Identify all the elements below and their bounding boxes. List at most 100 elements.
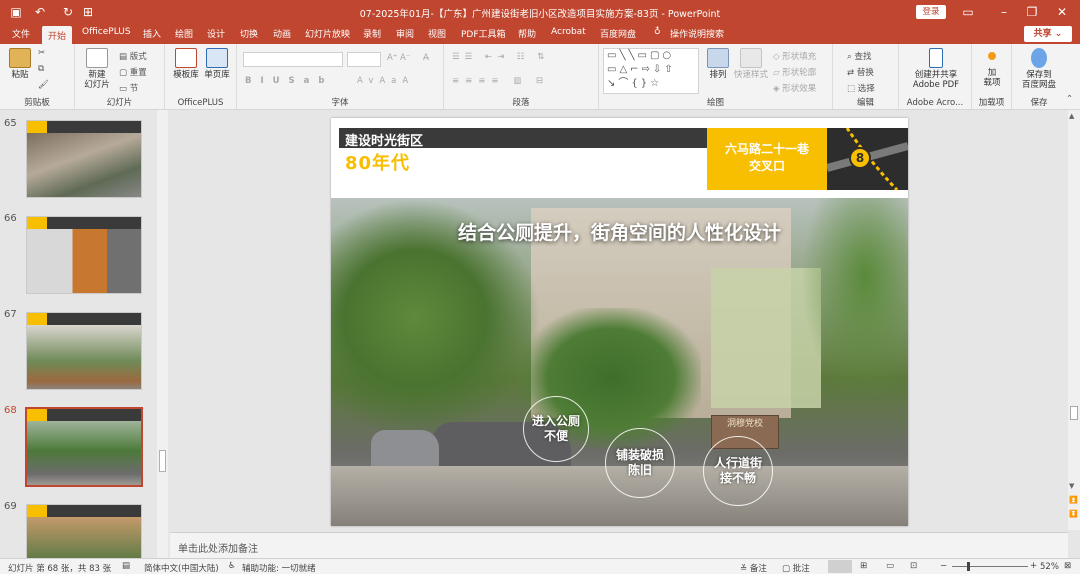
new-slide-button[interactable]: 新建 幻灯片 xyxy=(81,48,113,90)
slide-thumbnail[interactable] xyxy=(26,216,142,294)
login-button[interactable]: 登录 xyxy=(916,5,946,19)
fit-slide-icon[interactable]: ⊠ xyxy=(1064,561,1071,571)
shape-outline-label: 形状轮廓 xyxy=(782,68,817,78)
zoom-level[interactable]: 52% xyxy=(1040,562,1059,572)
font-size-select[interactable] xyxy=(347,52,381,67)
maximize-icon[interactable]: ❐ xyxy=(1024,4,1040,20)
tab-design[interactable]: 设计 xyxy=(207,27,225,40)
ribbon-display-icon[interactable]: ▭ xyxy=(960,4,976,20)
language-status[interactable]: 简体中文(中国大陆) xyxy=(144,562,219,574)
zoom-out-icon[interactable]: − xyxy=(940,561,947,571)
tab-pdf-tools[interactable]: PDF工具箱 xyxy=(461,27,506,40)
slide-sorter-icon[interactable]: ⊞ xyxy=(860,561,867,571)
tell-me-search[interactable]: 操作说明搜索 xyxy=(670,27,724,40)
shape-effect-button[interactable]: ◈ 形状效果 xyxy=(773,82,816,94)
shape-outline-button[interactable]: ▱ 形状轮廓 xyxy=(773,66,816,78)
addins-button[interactable]: 加 载项 xyxy=(976,50,1008,88)
template-library-button[interactable]: 模板库 xyxy=(171,48,201,80)
quick-styles-button[interactable]: 快速样式 xyxy=(733,48,769,80)
section-button[interactable]: ▭ 节 xyxy=(119,82,138,94)
single-page-library-button[interactable]: 单页库 xyxy=(201,48,233,80)
tab-record[interactable]: 录制 xyxy=(363,27,381,40)
slide-thumbnail[interactable] xyxy=(26,312,142,390)
select-button[interactable]: ⬚ 选择 xyxy=(847,82,875,94)
tab-help[interactable]: 帮助 xyxy=(518,27,536,40)
scroll-up-icon[interactable]: ▲ xyxy=(1069,112,1074,120)
zoom-slider[interactable] xyxy=(952,566,1028,567)
reading-view-icon[interactable]: ▭ xyxy=(886,561,894,571)
quick-styles-icon xyxy=(740,48,762,68)
paste-button[interactable]: 粘贴 xyxy=(6,48,34,80)
share-label: 共享 xyxy=(1033,29,1052,39)
slide-editor: 建设时光街区 80年代 六马路二十一巷 交叉口 8 洞穆党校 结合公厕提升，街角… xyxy=(170,110,1080,560)
template-library-icon xyxy=(175,48,197,68)
tab-draw[interactable]: 绘图 xyxy=(175,27,193,40)
save-group: 保存到 百度网盘 保存 xyxy=(1012,44,1066,110)
tab-transitions[interactable]: 切换 xyxy=(240,27,258,40)
format-painter-icon[interactable]: 🖌 xyxy=(38,80,49,90)
arrange-button[interactable]: 排列 xyxy=(705,48,731,80)
slide-canvas[interactable]: 建设时光街区 80年代 六马路二十一巷 交叉口 8 洞穆党校 结合公厕提升，街角… xyxy=(331,118,908,526)
reset-button[interactable]: ▢ 重置 xyxy=(119,66,147,78)
callout-toilet-access: 进入公厕 不便 xyxy=(523,396,589,462)
addins-icon xyxy=(988,52,996,60)
list-buttons[interactable]: ☰☰ ⇤⇥ ☷ ⇅ xyxy=(452,52,549,62)
editor-scrollbar[interactable]: ▲ ▼ ⏫ ⏬ xyxy=(1068,110,1080,530)
slideshow-icon[interactable]: ⊡ xyxy=(910,561,917,571)
previous-slide-icon[interactable]: ⏫ xyxy=(1069,496,1078,504)
save-line2: 百度网盘 xyxy=(1021,80,1056,90)
close-icon[interactable]: ✕ xyxy=(1054,4,1070,20)
font-color-buttons[interactable]: AvAaA xyxy=(357,76,414,86)
notes-button[interactable]: ≚ 备注 xyxy=(740,562,767,574)
font-group: A⁺ A⁻ A̶ BIUSab AvAaA 字体 xyxy=(237,44,444,110)
minimize-icon[interactable]: – xyxy=(996,4,1012,20)
tab-home[interactable]: 开始 xyxy=(42,26,73,44)
slide-thumbnail-selected[interactable] xyxy=(25,407,143,487)
grow-font-icon[interactable]: A⁺ A⁻ xyxy=(387,53,410,63)
tab-view[interactable]: 视图 xyxy=(428,27,446,40)
copy-icon[interactable]: ⧉ xyxy=(38,64,44,74)
replace-button[interactable]: ⇄ 替换 xyxy=(847,66,874,78)
save-to-baidu-button[interactable]: 保存到 百度网盘 xyxy=(1014,48,1064,90)
slide-thumbnail[interactable] xyxy=(26,504,142,560)
font-style-buttons[interactable]: BIUSab xyxy=(245,76,334,86)
slide-number: 67 xyxy=(4,309,17,320)
editor-scrollbar-thumb[interactable] xyxy=(1070,406,1078,420)
find-button[interactable]: ⌕ 查找 xyxy=(847,50,871,62)
share-button[interactable]: 共享 ⌄ xyxy=(1024,26,1072,42)
slide-thumbnail[interactable] xyxy=(26,120,142,198)
clear-format-icon[interactable]: A̶ xyxy=(423,53,429,63)
zoom-in-icon[interactable]: + xyxy=(1030,561,1037,571)
spellcheck-icon[interactable]: ▤ xyxy=(122,561,130,571)
collapse-ribbon-icon[interactable]: ⌃ xyxy=(1066,94,1073,104)
tab-officeplus[interactable]: OfficePLUS xyxy=(82,27,131,37)
addins-line2: 载项 xyxy=(983,78,1001,88)
notes-pane[interactable]: 单击此处添加备注 xyxy=(170,532,1068,558)
accessibility-icon[interactable]: ♿ xyxy=(228,561,236,571)
layout-button[interactable]: ▤ 版式 xyxy=(119,50,147,62)
notes-placeholder[interactable]: 单击此处添加备注 xyxy=(178,540,258,555)
tab-file[interactable]: 文件 xyxy=(12,27,30,40)
normal-view-icon[interactable] xyxy=(828,560,852,573)
font-name-select[interactable] xyxy=(243,52,343,67)
align-buttons[interactable]: ≡≡≡≡ ▥ ⊟ xyxy=(452,76,549,86)
select-label: 选择 xyxy=(857,84,875,94)
thumbnail-scrollbar-thumb[interactable] xyxy=(159,450,166,472)
scroll-down-icon[interactable]: ▼ xyxy=(1069,482,1074,490)
tab-review[interactable]: 审阅 xyxy=(396,27,414,40)
tab-acrobat[interactable]: Acrobat xyxy=(551,27,586,37)
photo-title: 结合公厕提升，街角空间的人性化设计 xyxy=(457,222,781,244)
zoom-slider-thumb[interactable] xyxy=(967,562,970,571)
thumbnail-scrollbar[interactable] xyxy=(157,110,168,560)
tab-insert[interactable]: 插入 xyxy=(143,27,161,40)
create-adobe-pdf-button[interactable]: 创建并共享 Adobe PDF xyxy=(903,48,969,90)
next-slide-icon[interactable]: ⏬ xyxy=(1069,510,1078,518)
shapes-gallery[interactable]: ▭╲╲▭▢○ ▭△⌐⇨⇩⇧ ↘⌒{}☆ xyxy=(603,48,699,94)
comments-button[interactable]: ▢ 批注 xyxy=(782,562,810,574)
accessibility-status[interactable]: 辅助功能: 一切就绪 xyxy=(242,562,316,574)
tab-animations[interactable]: 动画 xyxy=(273,27,291,40)
tab-baidu[interactable]: 百度网盘 xyxy=(600,27,636,40)
cut-icon[interactable]: ✂ xyxy=(38,48,45,58)
tab-slideshow[interactable]: 幻灯片放映 xyxy=(305,27,350,40)
shape-fill-button[interactable]: ◇ 形状填充 xyxy=(773,50,816,62)
